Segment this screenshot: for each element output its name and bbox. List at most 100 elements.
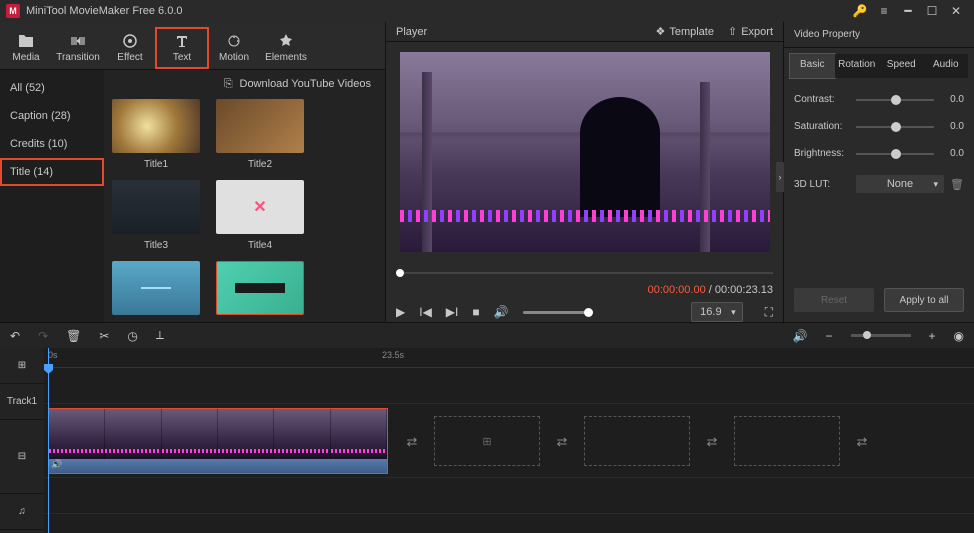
thumb-title2[interactable] [216, 99, 304, 153]
brightness-slider[interactable] [856, 153, 934, 155]
video-clip[interactable] [48, 408, 388, 474]
next-frame-icon[interactable]: ▶I [446, 305, 459, 319]
tab-effect[interactable]: Effect [104, 28, 156, 68]
thumb-title3-label: Title3 [112, 240, 200, 251]
timeline-ruler[interactable]: 0s 23.5s [44, 348, 974, 368]
thumb-title1-label: Title1 [112, 159, 200, 170]
redo-icon[interactable]: ↷ [38, 329, 48, 343]
ruler-mid: 23.5s [382, 350, 404, 360]
upgrade-key-icon[interactable]: 🔑 [848, 4, 872, 18]
template-button[interactable]: ❖ Template [655, 25, 714, 38]
aspect-ratio-select[interactable]: 16.9 [691, 302, 742, 322]
tab-motion[interactable]: Motion [208, 28, 260, 68]
thumb-title3[interactable] [112, 180, 200, 234]
drop-slot-1[interactable]: ⊞ [434, 416, 540, 466]
fullscreen-icon[interactable]: ⛶ [765, 305, 773, 320]
tab-transition-label: Transition [56, 52, 100, 63]
zoom-slider[interactable] [851, 334, 911, 337]
minimize-icon[interactable]: ━ [896, 4, 920, 18]
folder-icon [18, 33, 34, 49]
reset-button[interactable]: Reset [794, 288, 874, 312]
tab-text[interactable]: Text [156, 28, 208, 68]
crop-icon[interactable]: ⟂ [156, 328, 164, 343]
zoom-out-icon[interactable]: − [825, 329, 832, 343]
contrast-slider[interactable] [856, 99, 934, 101]
split-icon[interactable]: ✂ [99, 329, 109, 343]
contrast-label: Contrast: [794, 94, 850, 105]
undo-icon[interactable]: ↶ [10, 329, 20, 343]
prev-frame-icon[interactable]: I◀ [419, 305, 432, 319]
speed-icon[interactable]: ◷ [127, 329, 137, 343]
scrubber[interactable] [396, 266, 773, 280]
category-caption[interactable]: Caption (28) [0, 102, 104, 130]
thumb-title5[interactable] [112, 261, 200, 315]
panel-expand-icon[interactable]: › [776, 162, 784, 192]
thumb-title4-label: Title4 [216, 240, 304, 251]
zoom-fit-icon[interactable]: ◉ [954, 329, 964, 343]
zoom-in-icon[interactable]: + [929, 329, 936, 343]
time-current: 00:00:00.00 [648, 284, 706, 296]
track1-label: Track1 [0, 384, 44, 420]
category-title[interactable]: Title (14) [0, 158, 104, 186]
transition-slot-3-icon[interactable]: ⇄ [702, 432, 722, 452]
tab-elements[interactable]: Elements [260, 28, 312, 68]
volume-slider[interactable] [523, 311, 593, 314]
elements-icon [278, 33, 294, 49]
tab-transition[interactable]: Transition [52, 28, 104, 68]
transition-icon [70, 33, 86, 49]
transition-slot-2-icon[interactable]: ⇄ [552, 432, 572, 452]
clip-audio-icon [49, 459, 387, 474]
play-icon[interactable]: ▶ [396, 305, 405, 319]
lut-select[interactable]: None [856, 175, 944, 193]
thumb-title2-label: Title2 [216, 159, 304, 170]
menu-icon[interactable]: ≡ [872, 4, 896, 18]
saturation-slider[interactable] [856, 126, 934, 128]
motion-icon [226, 33, 242, 49]
video-preview[interactable] [400, 52, 770, 252]
delete-icon[interactable]: 🗑 [66, 329, 81, 343]
lut-delete-icon[interactable]: 🗑 [950, 178, 964, 191]
template-icon: ❖ [655, 25, 665, 38]
scrubber-thumb[interactable] [396, 269, 404, 277]
ruler-start: 0s [48, 350, 58, 360]
music-lane[interactable] [44, 478, 974, 514]
tab-media[interactable]: Media [0, 28, 52, 68]
drop-slot-2[interactable] [584, 416, 690, 466]
thumb-title1[interactable] [112, 99, 200, 153]
video-track-icon: ⊟ [0, 420, 44, 494]
export-button[interactable]: ⇧ Export [728, 25, 773, 38]
tab-text-label: Text [173, 52, 191, 63]
contrast-value: 0.0 [940, 94, 964, 105]
text-icon [174, 33, 190, 49]
app-title: MiniTool MovieMaker Free 6.0.0 [26, 5, 183, 17]
category-credits[interactable]: Credits (10) [0, 130, 104, 158]
add-track-icon[interactable]: ⊞ [0, 348, 44, 384]
category-all[interactable]: All (52) [0, 74, 104, 102]
maximize-icon[interactable]: ☐ [920, 4, 944, 18]
tab-effect-label: Effect [117, 52, 142, 63]
close-icon[interactable]: ✕ [944, 4, 968, 18]
video-lane[interactable]: ⇄ ⊞ ⇄ ⇄ ⇄ [44, 404, 974, 478]
download-icon: ⎘ [224, 78, 233, 90]
volume-icon[interactable]: 🔊 [494, 305, 509, 319]
download-label: Download YouTube Videos [240, 78, 372, 90]
track1-lane[interactable] [44, 368, 974, 404]
stop-icon[interactable]: ■ [472, 305, 479, 319]
thumb-title4[interactable] [216, 180, 304, 234]
apply-all-button[interactable]: Apply to all [884, 288, 964, 312]
subtab-basic[interactable]: Basic [790, 54, 835, 78]
download-youtube-link[interactable]: ⎘ Download YouTube Videos [112, 76, 377, 99]
thumb-title6[interactable] [216, 261, 304, 315]
props-header: Video Property [784, 22, 974, 48]
tab-motion-label: Motion [219, 52, 249, 63]
subtab-rotation[interactable]: Rotation [835, 54, 880, 78]
export-label: Export [741, 26, 773, 38]
transition-slot-1-icon[interactable]: ⇄ [402, 432, 422, 452]
timeline-audio-icon[interactable]: 🔊 [793, 329, 808, 343]
subtab-audio[interactable]: Audio [924, 54, 969, 78]
playhead[interactable] [48, 348, 49, 533]
transition-slot-4-icon[interactable]: ⇄ [852, 432, 872, 452]
subtab-speed[interactable]: Speed [879, 54, 924, 78]
drop-slot-3[interactable] [734, 416, 840, 466]
tab-media-label: Media [12, 52, 39, 63]
